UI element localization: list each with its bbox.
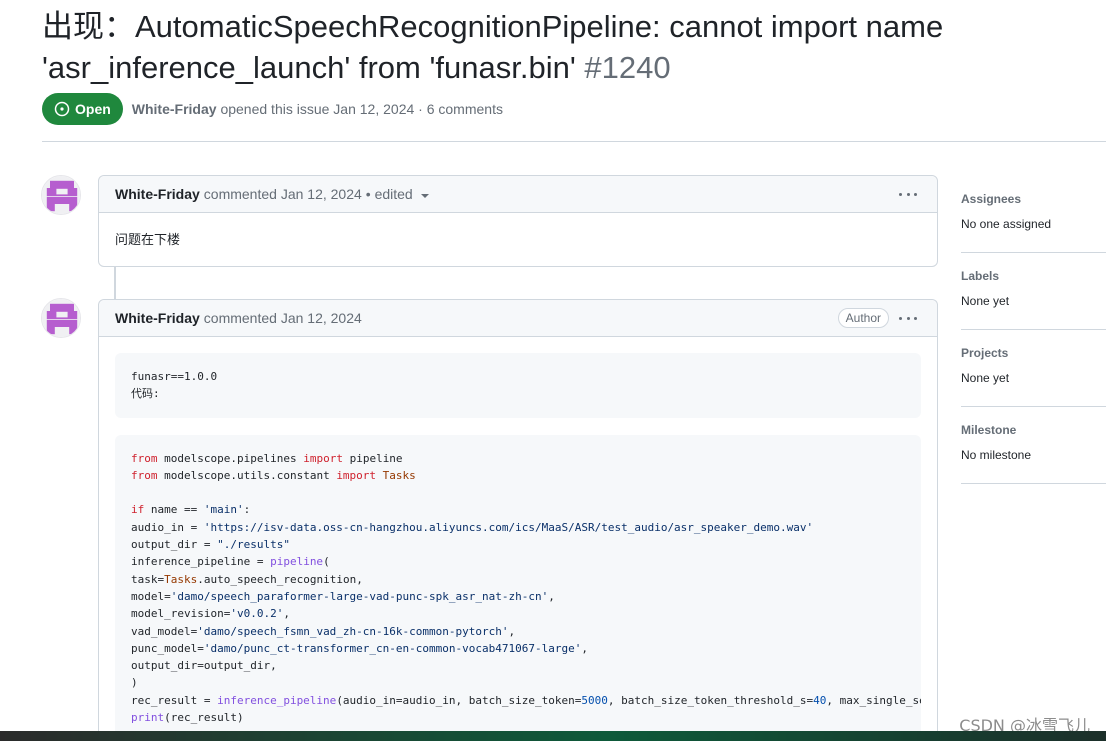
comment-header: White-Friday commented Jan 12, 2024 Auth… [99, 300, 937, 337]
code-token: 5000 [581, 693, 608, 707]
comment-author-link[interactable]: White-Friday [115, 310, 200, 326]
code-line: funasr==1.0.0 [131, 370, 218, 383]
sidebar-heading[interactable]: Projects [961, 346, 1106, 360]
code-token: 40 [813, 693, 827, 707]
code-token: from [131, 468, 158, 482]
code-token: ( [323, 555, 330, 569]
comment-author-link[interactable]: White-Friday [115, 186, 200, 202]
code-block: funasr==1.0.0 代码: [115, 353, 921, 418]
issue-state-badge: Open [42, 93, 123, 125]
code-token: output_dir = [131, 538, 218, 552]
code-token: : [243, 503, 251, 517]
header-divider [42, 141, 1106, 142]
code-token: "./results" [217, 538, 290, 552]
code-token: audio_in = [131, 520, 204, 534]
code-token: pipeline [270, 555, 324, 569]
issue-number: #1240 [584, 50, 671, 85]
issue-sidebar: Assignees No one assigned Labels None ye… [961, 176, 1106, 484]
code-token: .auto_speech_recognition, [197, 572, 363, 586]
timeline-connector [114, 267, 116, 299]
issue-meta: Open White-Friday opened this issue Jan … [42, 93, 503, 125]
code-token: 'https://isv-data.oss-cn-hangzhou.aliyun… [203, 520, 814, 534]
code-token: , [508, 624, 516, 638]
code-token: inference_pipeline [217, 693, 337, 707]
sidebar-projects: Projects None yet [961, 330, 1106, 407]
code-token: model= [131, 589, 171, 603]
issue-opened-icon [54, 101, 70, 117]
comment-edited-toggle[interactable]: • edited [366, 186, 413, 202]
code-token: inference_pipeline = [131, 555, 271, 569]
comment-body: 问题在下楼 [99, 213, 937, 264]
code-token: modelscope.pipelines [157, 451, 304, 465]
sidebar-value: None yet [961, 371, 1010, 385]
sidebar-assignees: Assignees No one assigned [961, 176, 1106, 253]
code-token: 'damo/speech_fsmn_vad_zh-cn-16k-common-p… [197, 624, 509, 638]
issue-title-text: 出现：AutomaticSpeechRecognitionPipeline: c… [42, 9, 944, 85]
code-token: Tasks [164, 572, 198, 586]
chevron-down-icon[interactable] [420, 193, 429, 198]
issue-state-label: Open [75, 101, 111, 117]
identicon-icon [42, 299, 80, 337]
issue-title: 出现：AutomaticSpeechRecognitionPipeline: c… [42, 6, 1042, 88]
sidebar-value: None yet [961, 294, 1010, 308]
code-token: (audio_in=audio_in, batch_size_token= [336, 693, 582, 707]
code-block: from modelscope.pipelines import pipelin… [115, 434, 921, 741]
code-token: , [548, 589, 555, 603]
sidebar-heading[interactable]: Labels [961, 269, 1106, 283]
code-token: import [336, 468, 377, 482]
more-options-icon[interactable] [899, 185, 917, 203]
code-token: output_dir=output_dir, [131, 659, 277, 673]
code-token: if [131, 503, 145, 517]
code-token: print [131, 711, 165, 725]
author-badge: Author [837, 308, 889, 328]
code-token: rec_result = [131, 693, 218, 707]
comment-body: funasr==1.0.0 代码: from modelscope.pipeli… [99, 337, 937, 741]
issue-meta-text: White-Friday opened this issue Jan 12, 2… [132, 101, 503, 117]
sidebar-value: No one assigned [961, 217, 1052, 231]
code-token: 'damo/speech_paraformer-large-vad-punc-s… [170, 589, 549, 603]
more-options-icon[interactable] [899, 309, 917, 327]
code-token: Tasks [376, 468, 416, 482]
code-line: 代码: [131, 387, 160, 401]
code-token: model_revision= [131, 607, 231, 621]
taskbar-strip [0, 731, 1106, 741]
sidebar-heading[interactable]: Assignees [961, 192, 1106, 206]
code-token: 'damo/punc_ct-transformer_cn-en-common-v… [203, 641, 582, 655]
code-token: vad_model= [131, 624, 198, 638]
avatar[interactable] [41, 298, 81, 338]
comment-header: White-Friday commented Jan 12, 2024 • ed… [99, 176, 937, 213]
sidebar-value: No milestone [961, 448, 1032, 462]
code-token: pipeline [342, 451, 403, 465]
code-token: task= [131, 572, 165, 586]
identicon-icon [42, 176, 80, 214]
code-token: , max_single_segment_time= [826, 693, 921, 707]
code-token: (rec_result) [164, 711, 244, 725]
comment-timestamp[interactable]: commented Jan 12, 2024 [204, 186, 362, 202]
comment-2: White-Friday commented Jan 12, 2024 Auth… [98, 299, 938, 741]
code-token: ) [131, 676, 138, 690]
avatar[interactable] [41, 175, 81, 215]
code-token: from [131, 451, 158, 465]
comment-1: White-Friday commented Jan 12, 2024 • ed… [98, 175, 938, 267]
issue-author-link[interactable]: White-Friday [132, 101, 217, 117]
code-token: , batch_size_token_threshold_s= [607, 693, 814, 707]
code-token: , [283, 607, 290, 621]
comment-timestamp[interactable]: commented Jan 12, 2024 [204, 310, 362, 326]
code-token: 'main' [203, 503, 244, 517]
sidebar-heading[interactable]: Milestone [961, 423, 1106, 437]
comment-text: 问题在下楼 [115, 232, 181, 247]
issue-opened-text: opened this issue Jan 12, 2024 · 6 comme… [220, 101, 503, 117]
sidebar-labels: Labels None yet [961, 253, 1106, 330]
code-token: import [303, 451, 343, 465]
code-token: name == [144, 503, 204, 517]
code-token: punc_model= [131, 641, 204, 655]
code-token: 'v0.0.2' [230, 607, 284, 621]
code-token: , [581, 641, 588, 655]
sidebar-milestone: Milestone No milestone [961, 407, 1106, 484]
code-token: modelscope.utils.constant [157, 468, 337, 482]
